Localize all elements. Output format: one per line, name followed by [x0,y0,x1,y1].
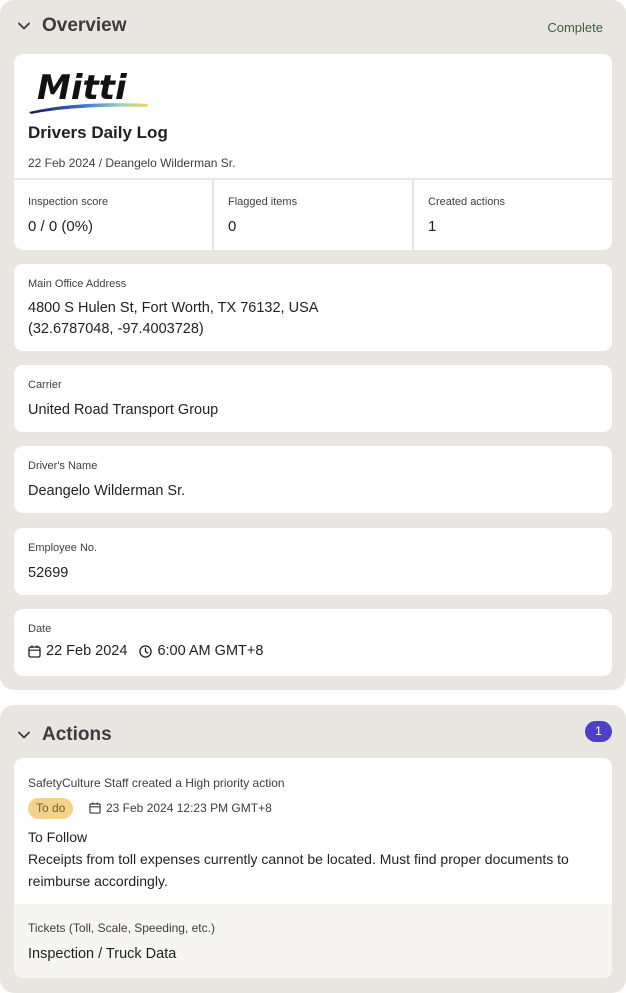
calendar-icon [28,645,41,658]
chevron-down-icon[interactable] [17,19,31,33]
date-time-row: 22 Feb 2024 6:00 AM GMT+8 [28,643,263,659]
due-date-text: 23 Feb 2024 12:23 PM GMT+8 [106,801,272,815]
calendar-icon [89,802,101,814]
action-linked-item: Tickets (Toll, Scale, Speeding, etc.) In… [14,904,612,978]
field-label: Main Office Address [28,278,127,290]
actions-count-badge: 1 [585,721,612,742]
field-value: 52699 [28,565,69,581]
actions-section: Actions 1 SafetyCulture Staff created a … [0,705,626,993]
driver-card: Driver's Name Deangelo Wilderman Sr. [14,446,612,513]
actions-title: Actions [42,724,112,745]
field-label: Driver's Name [28,460,98,472]
page-title: Drivers Daily Log [28,123,168,142]
stat-created-actions: Created actions 1 [414,180,612,250]
action-description: Receipts from toll expenses currently ca… [28,851,569,889]
linked-question: Tickets (Toll, Scale, Speeding, etc.) [28,921,215,935]
stat-value: 0 [228,218,237,235]
field-label: Employee No. [28,542,98,554]
field-label: Date [28,623,52,635]
address-line: 4800 S Hulen St, Fort Worth, TX 76132, U… [28,300,319,316]
carrier-card: Carrier United Road Transport Group [14,365,612,432]
field-label: Carrier [28,379,62,391]
time-wrap: 6:00 AM GMT+8 [139,643,263,659]
actions-header[interactable]: Actions 1 [0,705,626,757]
overview-title: Overview [42,15,127,36]
stat-value: 0 / 0 (0%) [28,218,94,235]
chevron-down-icon[interactable] [17,728,31,742]
overview-header[interactable]: Overview Complete [0,0,626,52]
action-card[interactable]: SafetyCulture Staff created a High prior… [14,758,612,978]
stat-value: 1 [428,218,437,235]
svg-text:Mitti: Mitti [37,68,128,108]
action-title: To Follow [28,829,88,845]
field-value: Deangelo Wilderman Sr. [28,483,186,499]
employee-card: Employee No. 52699 [14,528,612,595]
report-subtitle: 22 Feb 2024 / Deangelo Wilderman Sr. [28,156,236,170]
date-card: Date 22 Feb 2024 6:00 AM GMT+8 [14,609,612,676]
stat-inspection-score: Inspection score 0 / 0 (0%) [14,180,212,250]
overview-section: Overview Complete Mitti Drivers Daily Lo… [0,0,626,690]
address-card: Main Office Address 4800 S Hulen St, For… [14,264,612,351]
time-value: 6:00 AM GMT+8 [157,643,264,659]
status-badge: Complete [547,20,603,35]
field-value: United Road Transport Group [28,402,219,418]
action-meta: SafetyCulture Staff created a High prior… [28,776,285,790]
date-value: 22 Feb 2024 [46,643,128,659]
clock-icon [139,644,153,658]
stat-flagged-items: Flagged items 0 [214,180,412,250]
report-header-card: Mitti Drivers Daily Log 22 Feb 2024 / De… [14,54,612,250]
mitti-logo: Mitti [29,68,148,114]
status-badge: To do [28,798,74,819]
due-date: 23 Feb 2024 12:23 PM GMT+8 [89,801,272,815]
stat-label: Inspection score [28,196,109,208]
linked-section: Inspection / Truck Data [28,946,177,962]
stat-label: Created actions [428,196,506,208]
stat-label: Flagged items [228,196,298,208]
stats-row: Inspection score 0 / 0 (0%) Flagged item… [14,178,612,250]
coordinates: (32.6787048, -97.4003728) [28,321,204,337]
